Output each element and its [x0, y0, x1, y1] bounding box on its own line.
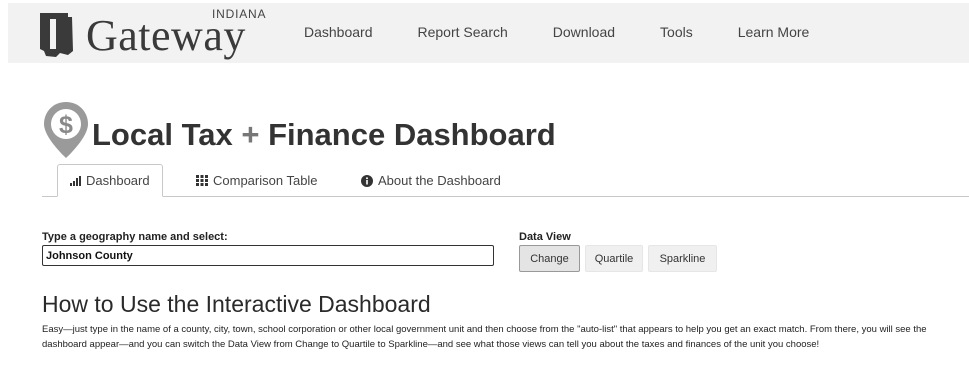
tab-comparison-table[interactable]: Comparison Table — [196, 164, 318, 197]
bar-chart-icon — [70, 175, 81, 186]
data-view-quartile-button[interactable]: Quartile — [585, 245, 643, 272]
tab-about-label: About the Dashboard — [378, 173, 501, 188]
logo-superscript: INDIANA — [212, 7, 267, 21]
howto-body: Easy—just type in the name of a county, … — [42, 324, 927, 350]
nav-download[interactable]: Download — [553, 24, 615, 40]
gateway-logo[interactable]: Gateway INDIANA — [38, 7, 278, 61]
indiana-state-icon — [40, 13, 73, 57]
main-nav: Dashboard Report Search Download Tools L… — [304, 24, 854, 40]
top-nav-bar: Gateway INDIANA Dashboard Report Search … — [8, 3, 969, 63]
tab-about[interactable]: About the Dashboard — [361, 164, 501, 197]
data-view-label: Data View — [519, 231, 571, 243]
svg-text:$: $ — [59, 111, 73, 139]
title-plus: + — [241, 117, 260, 152]
data-view-change-button[interactable]: Change — [519, 245, 580, 272]
tab-dashboard[interactable]: Dashboard — [57, 164, 163, 197]
grid-icon — [196, 175, 208, 186]
data-view-sparkline-button[interactable]: Sparkline — [648, 245, 717, 272]
nav-report-search[interactable]: Report Search — [418, 24, 508, 40]
info-icon — [361, 174, 373, 187]
geography-label: Type a geography name and select: — [42, 231, 228, 243]
tab-divider — [42, 196, 969, 197]
page-title: Local Tax + Finance Dashboard — [92, 117, 556, 153]
geography-input[interactable] — [42, 245, 494, 266]
tab-comparison-label: Comparison Table — [213, 173, 318, 188]
nav-dashboard[interactable]: Dashboard — [304, 24, 373, 40]
title-main: Local Tax — [92, 117, 233, 152]
dollar-pin-icon: $ — [44, 102, 88, 158]
nav-learn-more[interactable]: Learn More — [738, 24, 810, 40]
howto-heading: How to Use the Interactive Dashboard — [42, 291, 431, 317]
nav-tools[interactable]: Tools — [660, 24, 693, 40]
tab-dashboard-label: Dashboard — [86, 173, 150, 188]
title-rest: Finance Dashboard — [268, 117, 556, 152]
